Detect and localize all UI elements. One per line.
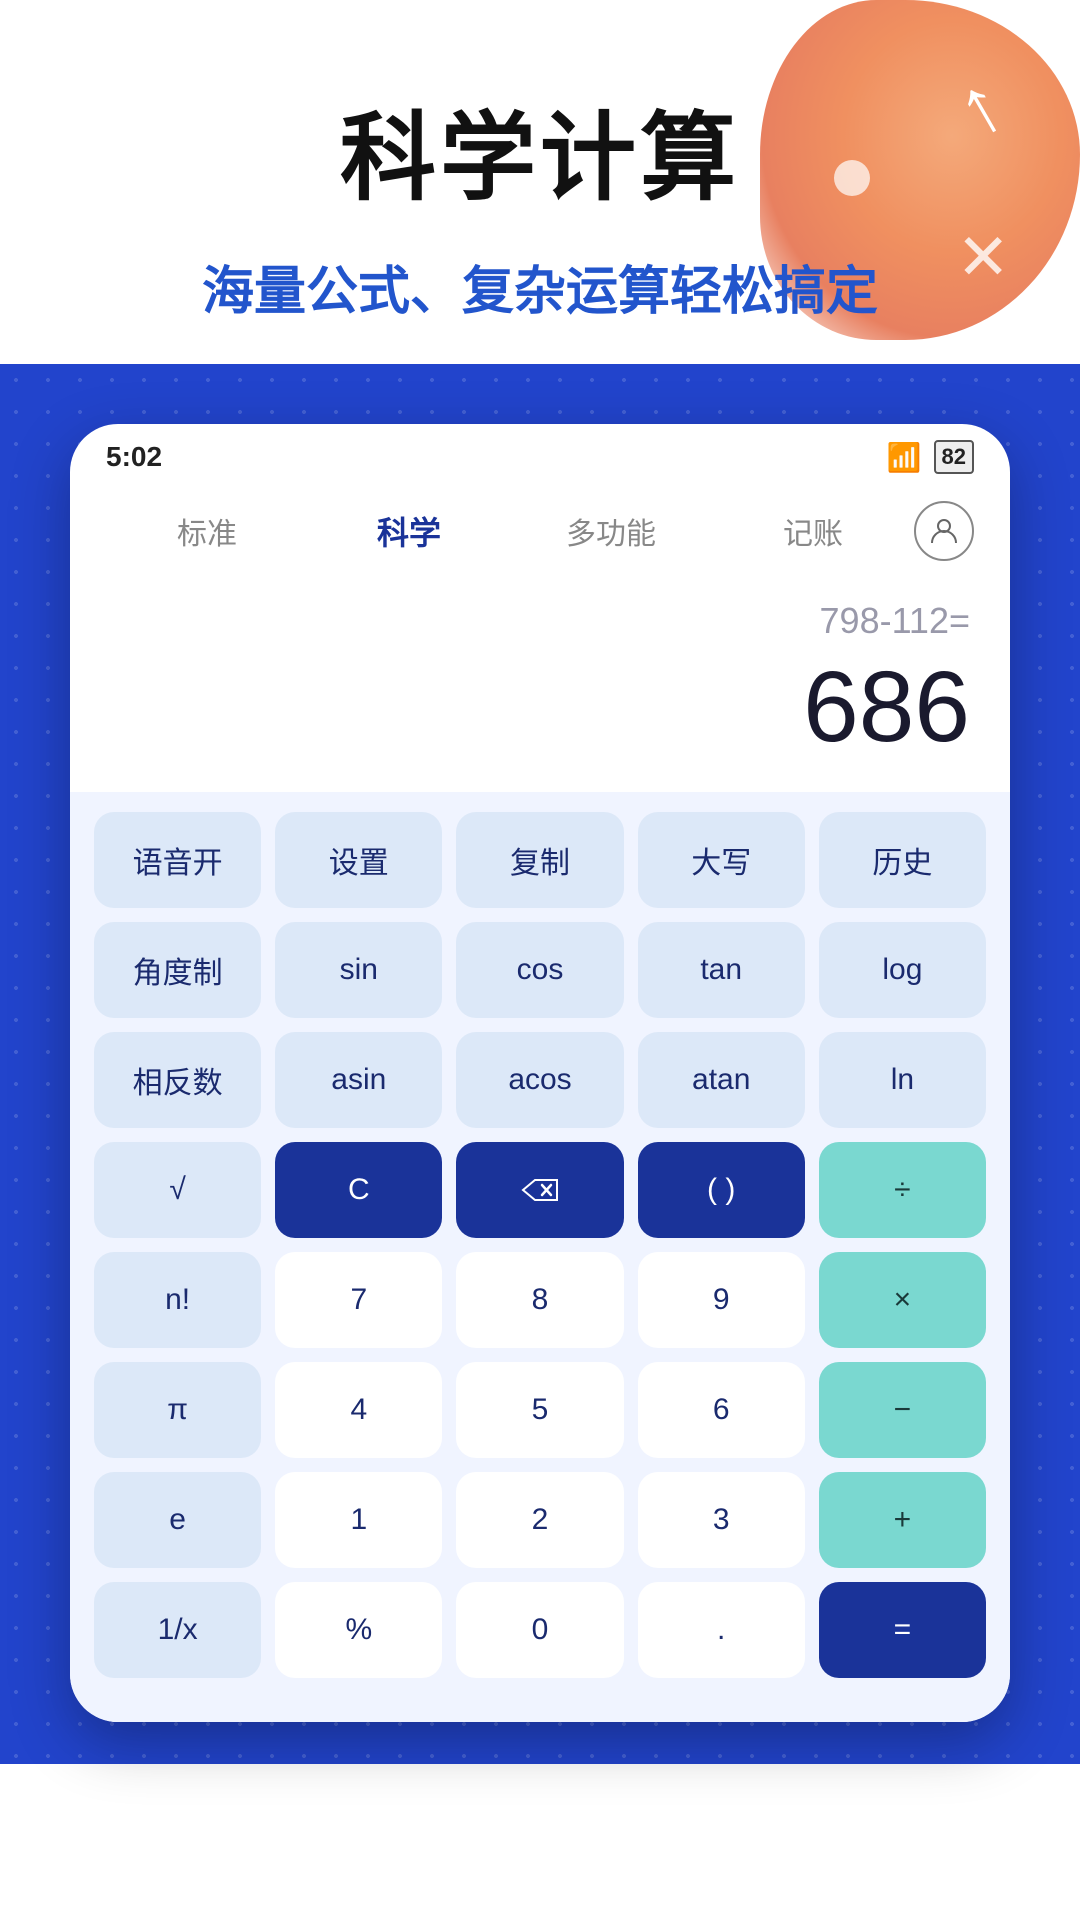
key-settings[interactable]: 设置 (275, 812, 442, 908)
key-sqrt[interactable]: √ (94, 1142, 261, 1238)
key-1[interactable]: 1 (275, 1472, 442, 1568)
wifi-icon: 📶 (887, 441, 922, 474)
key-parens[interactable]: ( ) (638, 1142, 805, 1238)
tab-accounting[interactable]: 记账 (712, 499, 914, 563)
status-icons: 📶 82 (887, 440, 974, 474)
key-row-5: n! 7 8 9 × (94, 1252, 986, 1348)
deco-dot (834, 160, 870, 196)
key-sin[interactable]: sin (275, 922, 442, 1018)
key-row-4: √ C ( ) ÷ (94, 1142, 986, 1238)
key-minus[interactable]: − (819, 1362, 986, 1458)
key-6[interactable]: 6 (638, 1362, 805, 1458)
tab-multifunction[interactable]: 多功能 (510, 499, 712, 563)
keypad: 语音开 设置 复制 大写 历史 角度制 sin cos tan log 相反数 … (70, 792, 1010, 1722)
key-asin[interactable]: asin (275, 1032, 442, 1128)
key-7[interactable]: 7 (275, 1252, 442, 1348)
key-cos[interactable]: cos (456, 922, 623, 1018)
key-log[interactable]: log (819, 922, 986, 1018)
key-atan[interactable]: atan (638, 1032, 805, 1128)
key-ln[interactable]: ln (819, 1032, 986, 1128)
key-reciprocal[interactable]: 1/x (94, 1582, 261, 1678)
key-clear[interactable]: C (275, 1142, 442, 1238)
key-5[interactable]: 5 (456, 1362, 623, 1458)
time: 5:02 (106, 441, 162, 473)
sub-title: 海量公式、复杂运算轻松搞定 (0, 249, 1080, 324)
key-divide[interactable]: ÷ (819, 1142, 986, 1238)
expression: 798-112= (820, 600, 970, 642)
key-4[interactable]: 4 (275, 1362, 442, 1458)
key-row-8: 1/x % 0 . = (94, 1582, 986, 1678)
key-acos[interactable]: acos (456, 1032, 623, 1128)
key-negate[interactable]: 相反数 (94, 1032, 261, 1128)
key-row-6: π 4 5 6 − (94, 1362, 986, 1458)
key-8[interactable]: 8 (456, 1252, 623, 1348)
key-pi[interactable]: π (94, 1362, 261, 1458)
key-euler[interactable]: e (94, 1472, 261, 1568)
key-9[interactable]: 9 (638, 1252, 805, 1348)
key-multiply[interactable]: × (819, 1252, 986, 1348)
key-equals[interactable]: = (819, 1582, 986, 1678)
deco-cross: ✕ (956, 220, 1010, 295)
key-copy[interactable]: 复制 (456, 812, 623, 908)
key-voice[interactable]: 语音开 (94, 812, 261, 908)
key-row-1: 语音开 设置 复制 大写 历史 (94, 812, 986, 908)
tab-science[interactable]: 科学 (308, 498, 510, 564)
nav-tabs: 标准 科学 多功能 记账 (70, 482, 1010, 580)
key-row-7: e 1 2 3 + (94, 1472, 986, 1568)
key-dot[interactable]: . (638, 1582, 805, 1678)
battery-icon: 82 (934, 440, 974, 474)
key-percent[interactable]: % (275, 1582, 442, 1678)
key-2[interactable]: 2 (456, 1472, 623, 1568)
key-degree[interactable]: 角度制 (94, 922, 261, 1018)
main-title: 科学计算 (0, 80, 1080, 219)
key-tan[interactable]: tan (638, 922, 805, 1018)
key-row-2: 角度制 sin cos tan log (94, 922, 986, 1018)
key-uppercase[interactable]: 大写 (638, 812, 805, 908)
status-bar: 5:02 📶 82 (70, 424, 1010, 482)
display-area: 798-112= 686 (70, 580, 1010, 792)
top-section: ↑ ✕ 科学计算 海量公式、复杂运算轻松搞定 (0, 0, 1080, 364)
phone-frame: 5:02 📶 82 标准 科学 多功能 记账 798-112= 686 (70, 424, 1010, 1722)
blue-background: 5:02 📶 82 标准 科学 多功能 记账 798-112= 686 (0, 364, 1080, 1764)
key-row-3: 相反数 asin acos atan ln (94, 1032, 986, 1128)
key-0[interactable]: 0 (456, 1582, 623, 1678)
key-history[interactable]: 历史 (819, 812, 986, 908)
result: 686 (803, 652, 970, 762)
key-plus[interactable]: + (819, 1472, 986, 1568)
key-backspace[interactable] (456, 1142, 623, 1238)
tab-standard[interactable]: 标准 (106, 499, 308, 563)
key-3[interactable]: 3 (638, 1472, 805, 1568)
profile-button[interactable] (914, 501, 974, 561)
key-factorial[interactable]: n! (94, 1252, 261, 1348)
